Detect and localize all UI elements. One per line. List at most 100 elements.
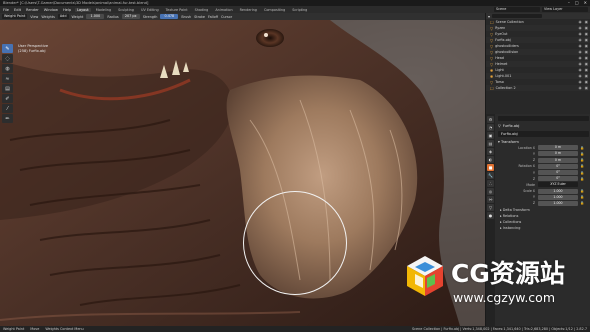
lock-icon[interactable]: 🔒 (580, 152, 584, 156)
blur-icon[interactable]: ◌ (2, 54, 13, 63)
workspace-tab-texture-paint[interactable]: Texture Paint (164, 8, 190, 12)
camera-icon[interactable]: ▣ (585, 50, 588, 54)
maximize-button[interactable]: □ (575, 0, 579, 5)
eye-icon[interactable]: ◉ (578, 68, 581, 72)
object-name-field[interactable]: Furfix.obj (498, 131, 589, 137)
annotate-icon[interactable]: ✏ (2, 114, 13, 123)
brush-selector[interactable]: Add (57, 14, 69, 19)
workspace-tab-sculpting[interactable]: Sculpting (116, 8, 136, 12)
strength-field[interactable]: 0.478 (160, 14, 179, 19)
brush-menu[interactable]: Brush (181, 15, 191, 19)
draw-icon[interactable]: ✎ (2, 44, 13, 53)
collapsed-section-header[interactable]: ▸ Instancing (498, 225, 589, 231)
render-tab-icon[interactable]: ◔ (487, 124, 494, 131)
constraints-tab-icon[interactable]: ⚯ (487, 196, 494, 203)
workspace-tab-rendering[interactable]: Rendering (238, 8, 259, 12)
scene-tab-icon[interactable]: ◈ (487, 148, 494, 155)
eye-icon[interactable]: ◉ (578, 74, 581, 78)
field-value[interactable]: 0 m (538, 145, 578, 151)
physics-tab-icon[interactable]: ◎ (487, 188, 494, 195)
minimize-button[interactable]: – (568, 0, 570, 5)
scene-selector[interactable]: Scene (494, 7, 540, 12)
camera-icon[interactable]: ▣ (585, 38, 588, 42)
cursor-menu[interactable]: Cursor (221, 15, 232, 19)
average-icon[interactable]: ◍ (2, 64, 13, 73)
workspace-tab-layout[interactable]: Layout (75, 7, 91, 12)
menu-help[interactable]: Help (62, 8, 72, 12)
smear-icon[interactable]: ≈ (2, 74, 13, 83)
close-button[interactable]: ✕ (584, 0, 587, 5)
object-tab-icon[interactable]: ■ (487, 164, 494, 171)
workspace-tab-shading[interactable]: Shading (193, 8, 211, 12)
tool-tab-icon[interactable]: ⚙ (487, 116, 494, 123)
eye-icon[interactable]: ◉ (578, 32, 581, 36)
particles-tab-icon[interactable]: ∴ (487, 180, 494, 187)
workspace-tab-compositing[interactable]: Compositing (262, 8, 287, 12)
gradient-icon[interactable]: ▤ (2, 84, 13, 93)
camera-icon[interactable]: ▣ (585, 74, 588, 78)
filter-icon[interactable]: ▾ (488, 14, 490, 19)
lock-icon[interactable]: 🔒 (580, 189, 584, 193)
view-menu[interactable]: View (30, 15, 38, 19)
camera-icon[interactable]: ▣ (585, 62, 588, 66)
field-value[interactable]: 1.000 (538, 200, 578, 206)
radius-field[interactable]: 207 px (121, 14, 140, 19)
lock-icon[interactable]: 🔒 (580, 201, 584, 205)
camera-icon[interactable]: ▣ (585, 80, 588, 84)
stroke-menu[interactable]: Stroke (194, 15, 205, 19)
field-value[interactable]: 0° (538, 176, 578, 182)
field-value[interactable]: 0° (538, 170, 578, 176)
eye-icon[interactable]: ◉ (578, 26, 581, 30)
camera-icon[interactable]: ▣ (585, 44, 588, 48)
camera-icon[interactable]: ▣ (585, 26, 588, 30)
menu-render[interactable]: Render (25, 8, 40, 12)
eye-icon[interactable]: ◉ (578, 86, 581, 90)
camera-icon[interactable]: ▣ (585, 56, 588, 60)
menu-file[interactable]: File (2, 8, 10, 12)
view-layer-selector[interactable]: View Layer (542, 7, 588, 12)
view-layer-tab-icon[interactable]: ▤ (487, 140, 494, 147)
camera-icon[interactable]: ▣ (585, 86, 588, 90)
workspace-tab-animation[interactable]: Animation (213, 8, 234, 12)
field-value[interactable]: 1.000 (538, 194, 578, 200)
eye-icon[interactable]: ◉ (578, 50, 581, 54)
field-value[interactable]: 0 m (538, 157, 578, 163)
lock-icon[interactable]: 🔒 (580, 164, 584, 168)
lock-icon[interactable]: 🔒 (580, 158, 584, 162)
menu-edit[interactable]: Edit (13, 8, 22, 12)
workspace-tab-uv-editing[interactable]: UV Editing (139, 8, 161, 12)
field-value[interactable]: XYZ Euler (538, 182, 578, 188)
modifier-tab-icon[interactable]: 🔧 (487, 172, 494, 179)
eye-icon[interactable]: ◉ (578, 56, 581, 60)
sample-group-icon[interactable]: ⁄ (2, 104, 13, 113)
lock-icon[interactable]: 🔒 (580, 177, 584, 181)
field-value[interactable]: 0 m (538, 151, 578, 157)
workspace-tab-modeling[interactable]: Modeling (94, 8, 113, 12)
lock-icon[interactable]: 🔒 (580, 171, 584, 175)
weight-field[interactable]: 1.000 (86, 14, 105, 19)
outliner-row[interactable]: ☐ Collection 2 ◉ ▣ (486, 85, 590, 91)
camera-icon[interactable]: ▣ (585, 68, 588, 72)
eye-icon[interactable]: ◉ (578, 38, 581, 42)
eye-icon[interactable]: ◉ (578, 20, 581, 24)
material-tab-icon[interactable]: ● (487, 212, 494, 219)
eye-icon[interactable]: ◉ (578, 80, 581, 84)
workspace-tab-scripting[interactable]: Scripting (290, 8, 309, 12)
eye-icon[interactable]: ◉ (578, 62, 581, 66)
lock-icon[interactable]: 🔒 (580, 195, 584, 199)
data-tab-icon[interactable]: ▽ (487, 204, 494, 211)
field-value[interactable]: 0° (538, 163, 578, 169)
weights-menu[interactable]: Weights (41, 15, 55, 19)
outliner-search-input[interactable] (492, 14, 543, 18)
sample-weight-icon[interactable]: ✐ (2, 94, 13, 103)
mode-selector[interactable]: Weight Paint (2, 14, 28, 19)
lock-icon[interactable]: 🔒 (580, 146, 584, 150)
camera-icon[interactable]: ▣ (585, 32, 588, 36)
world-tab-icon[interactable]: ◐ (487, 156, 494, 163)
eye-icon[interactable]: ◉ (578, 44, 581, 48)
field-value[interactable]: 1.000 (538, 188, 578, 194)
falloff-menu[interactable]: Falloff (208, 15, 218, 19)
menu-window[interactable]: Window (43, 8, 59, 12)
output-tab-icon[interactable]: ▣ (487, 132, 494, 139)
properties-search-input[interactable] (498, 116, 589, 121)
